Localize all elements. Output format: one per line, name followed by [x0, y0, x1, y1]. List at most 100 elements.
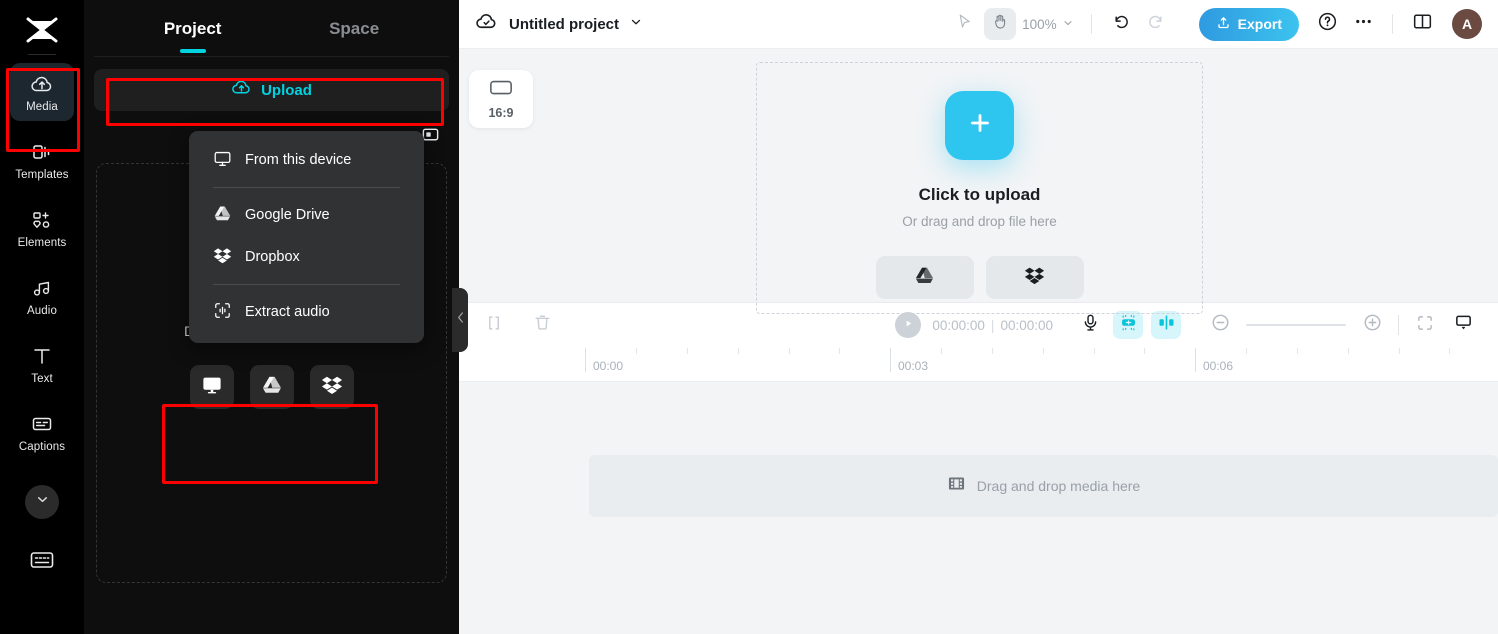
- upload-card-dropbox-button[interactable]: [985, 256, 1084, 299]
- menu-divider: [213, 187, 400, 188]
- extract-audio-icon: [213, 301, 232, 324]
- aspect-ratio-icon: [489, 79, 513, 101]
- hand-tool-button[interactable]: [984, 8, 1017, 40]
- select-tool-button[interactable]: [948, 8, 980, 40]
- layout-toggle-button[interactable]: [1406, 8, 1438, 40]
- sidebar-item-text[interactable]: Text: [10, 335, 74, 393]
- preview-stage: 16:9 Click to upload Or drag and drop fi…: [459, 49, 1498, 314]
- dropbox-icon: [213, 246, 232, 269]
- timeline-ruler[interactable]: 00:00 00:03 00:06: [459, 347, 1498, 382]
- dropbox-icon: [321, 374, 343, 401]
- aspect-ratio-label: 16:9: [488, 105, 514, 120]
- templates-icon: [30, 140, 54, 164]
- monitor-icon: [213, 149, 232, 172]
- tab-project[interactable]: Project: [164, 19, 222, 39]
- film-strip-icon: [947, 475, 966, 497]
- upload-button[interactable]: Upload: [94, 69, 449, 111]
- upload-card[interactable]: Click to upload Or drag and drop file he…: [756, 62, 1203, 314]
- rail-expand-more-button[interactable]: [25, 485, 59, 519]
- sidebar-item-label: Captions: [18, 440, 66, 453]
- ellipsis-icon: [1353, 11, 1374, 37]
- keyboard-shortcuts-button[interactable]: [29, 549, 55, 576]
- project-title[interactable]: Untitled project: [509, 16, 619, 33]
- menu-item-dropbox[interactable]: Dropbox: [189, 236, 424, 278]
- upload-section: Upload: [84, 57, 459, 111]
- play-button[interactable]: [895, 312, 922, 338]
- left-icon-rail: Media Templates Elements Audio Text Capt…: [0, 0, 84, 634]
- sidebar-item-label: Text: [31, 372, 53, 385]
- more-options-button[interactable]: [1347, 8, 1379, 40]
- timeline-tracks[interactable]: Drag and drop media here: [459, 381, 1498, 634]
- ruler-major-tick: [1195, 347, 1196, 372]
- upload-card-subtitle: Or drag and drop file here: [902, 214, 1057, 229]
- text-t-icon: [30, 344, 54, 368]
- dropzone-dropbox-button[interactable]: [309, 365, 354, 409]
- menu-item-google-drive[interactable]: Google Drive: [189, 194, 424, 236]
- question-circle-icon: [1317, 11, 1338, 37]
- chevron-left-icon: [456, 311, 465, 329]
- sidebar-item-templates[interactable]: Templates: [10, 131, 74, 189]
- add-media-button[interactable]: [945, 91, 1014, 160]
- dropzone-google-drive-button[interactable]: [249, 365, 294, 409]
- zoom-in-button[interactable]: [1357, 310, 1387, 340]
- menu-item-label: Extract audio: [245, 304, 330, 320]
- smart-tool-button[interactable]: [1113, 311, 1143, 339]
- mirror-icon: [1157, 313, 1176, 337]
- sidebar-item-audio[interactable]: Audio: [10, 267, 74, 325]
- project-title-caret-icon[interactable]: [629, 15, 643, 34]
- help-button[interactable]: [1311, 8, 1343, 40]
- plus-icon: [965, 108, 995, 143]
- menu-item-label: Dropbox: [245, 249, 300, 265]
- user-avatar[interactable]: A: [1452, 9, 1482, 39]
- record-voiceover-button[interactable]: [1075, 310, 1105, 340]
- aspect-ratio-chip[interactable]: 16:9: [469, 70, 533, 128]
- preview-drop-icon: [1454, 313, 1473, 337]
- upload-card-title: Click to upload: [918, 185, 1041, 204]
- zoom-slider[interactable]: [1246, 324, 1346, 326]
- keyboard-icon: [29, 552, 55, 575]
- sidebar-item-label: Media: [26, 100, 58, 113]
- cloud-upload-icon: [30, 72, 54, 96]
- media-panel: Project Space Upload From this device Go…: [84, 0, 459, 634]
- music-note-icon: [30, 276, 54, 300]
- sidebar-item-captions[interactable]: Captions: [10, 403, 74, 461]
- dropzone-device-button[interactable]: [189, 365, 234, 409]
- ruler-label: 00:00: [593, 358, 624, 373]
- split-clip-button[interactable]: [479, 310, 509, 340]
- capcut-logo-icon[interactable]: [16, 8, 68, 52]
- rail-divider: [28, 54, 56, 55]
- hand-icon: [992, 13, 1009, 35]
- zoom-out-button[interactable]: [1205, 310, 1235, 340]
- export-button[interactable]: Export: [1198, 7, 1299, 41]
- split-layout-icon: [1412, 11, 1433, 37]
- mirror-button[interactable]: [1151, 311, 1181, 339]
- undo-icon: [1111, 12, 1130, 36]
- redo-button[interactable]: [1141, 8, 1173, 40]
- sidebar-item-label: Audio: [27, 304, 57, 317]
- zoom-level-selector[interactable]: 100%: [1022, 17, 1074, 32]
- upload-card-sources: [875, 256, 1084, 299]
- ruler-label: 00:06: [1203, 358, 1234, 373]
- sidebar-item-elements[interactable]: Elements: [10, 199, 74, 257]
- upload-card-google-drive-button[interactable]: [875, 256, 974, 299]
- ruler-major-tick: [585, 347, 586, 372]
- cloud-saved-icon: [475, 10, 498, 38]
- tab-space[interactable]: Space: [329, 19, 379, 39]
- delete-button[interactable]: [527, 310, 557, 340]
- menu-item-from-this-device[interactable]: From this device: [189, 139, 424, 181]
- preview-layout-button[interactable]: [1448, 310, 1478, 340]
- dropbox-icon: [1024, 265, 1045, 291]
- dropzone-source-icons: [189, 365, 354, 409]
- google-drive-icon: [261, 374, 283, 401]
- sidebar-item-label: Templates: [15, 168, 69, 181]
- upload-button-label: Upload: [261, 81, 312, 99]
- fit-to-screen-button[interactable]: [1410, 310, 1440, 340]
- panel-tab-bar: Project Space: [84, 0, 459, 57]
- undo-button[interactable]: [1105, 8, 1137, 40]
- export-button-label: Export: [1237, 16, 1282, 32]
- track-drop-placeholder[interactable]: Drag and drop media here: [589, 454, 1498, 517]
- panel-collapse-handle[interactable]: [452, 288, 468, 352]
- editor-main-area: Untitled project 100% Export A 16:9 Clic…: [459, 0, 1498, 634]
- menu-item-extract-audio[interactable]: Extract audio: [189, 291, 424, 333]
- sidebar-item-media[interactable]: Media: [10, 63, 74, 121]
